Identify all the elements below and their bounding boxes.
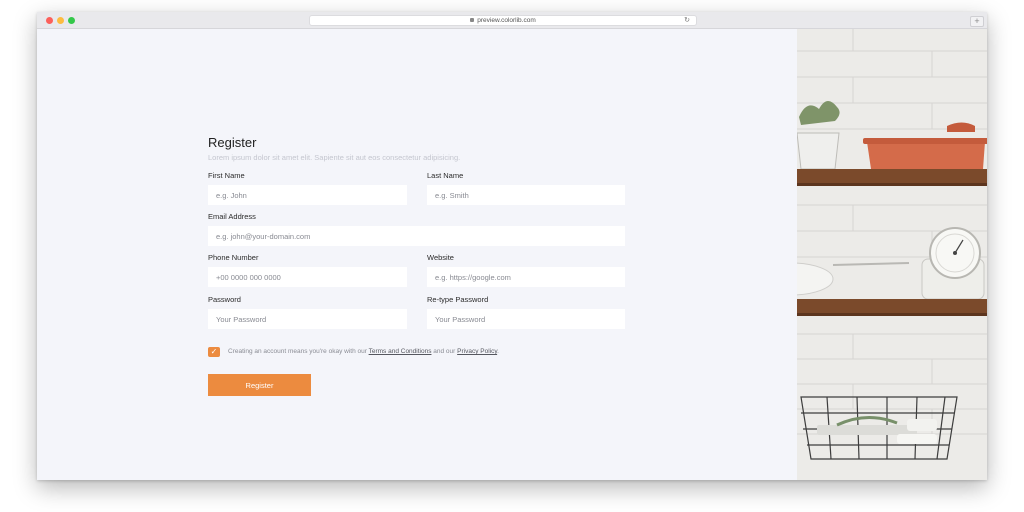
checkmark-icon: ✓ [210,347,218,356]
first-name-label: First Name [208,171,245,180]
close-window-button[interactable] [46,17,53,24]
terms-link[interactable]: Terms and Conditions [369,348,432,355]
address-bar[interactable]: preview.colorlib.com ↻ [309,15,697,26]
kitchen-shelves-image [797,29,987,480]
address-text-row: preview.colorlib.com [310,16,696,26]
consent-text: Creating an account means you're okay wi… [228,348,499,355]
reload-icon[interactable]: ↻ [684,17,690,25]
consent-text-middle: and our [431,348,458,355]
consent-text-after: . [497,348,499,355]
minimize-window-button[interactable] [57,17,64,24]
email-input[interactable] [208,226,625,246]
consent-checkbox[interactable]: ✓ [208,347,220,357]
first-name-input[interactable] [208,185,407,205]
last-name-input[interactable] [427,185,625,205]
website-label: Website [427,253,454,262]
register-pane: Register Lorem ipsum dolor sit amet elit… [37,29,797,480]
retype-password-input[interactable] [427,309,625,329]
register-button[interactable]: Register [208,374,311,396]
form-title: Register [208,135,257,150]
kitchen-image-pane [797,29,987,480]
page-content: Register Lorem ipsum dolor sit amet elit… [37,29,987,480]
phone-input[interactable] [208,267,407,287]
retype-password-label: Re-type Password [427,295,489,304]
password-input[interactable] [208,309,407,329]
lock-icon [470,18,475,22]
form-subtitle: Lorem ipsum dolor sit amet elit. Sapient… [208,153,461,162]
maximize-window-button[interactable] [68,17,75,24]
phone-label: Phone Number [208,253,259,262]
privacy-link[interactable]: Privacy Policy [457,348,497,355]
browser-titlebar: preview.colorlib.com ↻ + [37,12,987,29]
password-label: Password [208,295,241,304]
url-text: preview.colorlib.com [477,17,536,24]
browser-window: preview.colorlib.com ↻ + Register Lorem … [37,12,987,480]
last-name-label: Last Name [427,171,464,180]
website-input[interactable] [427,267,625,287]
consent-text-before: Creating an account means you're okay wi… [228,348,369,355]
new-tab-button[interactable]: + [970,16,984,27]
email-label: Email Address [208,212,256,221]
